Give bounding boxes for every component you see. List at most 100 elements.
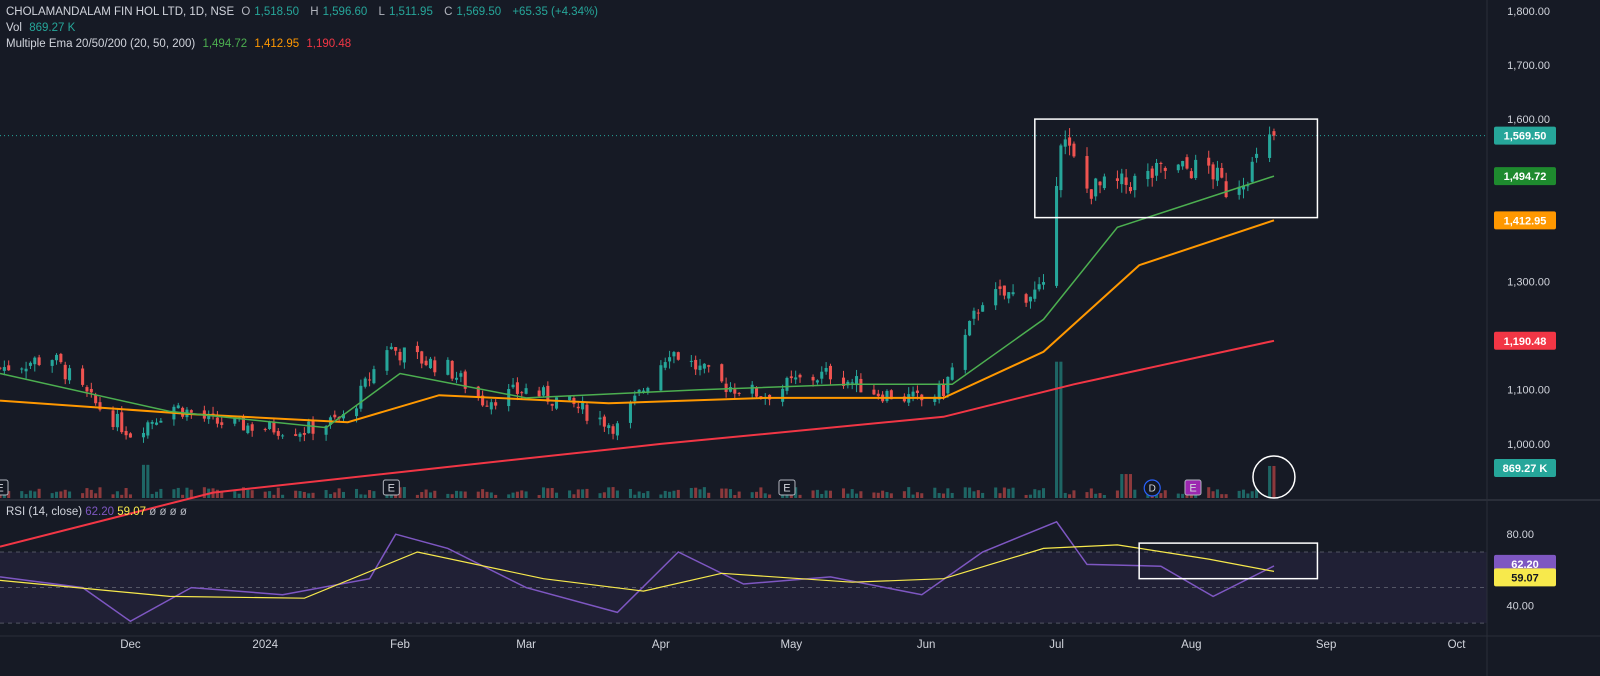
volume-bar-2024-07-19: [1133, 489, 1137, 498]
candle-2024-07-24: [1155, 162, 1159, 176]
volume-bar-2024-03-05: [541, 487, 546, 498]
candle-2024-08-07: [1215, 167, 1219, 181]
volume-bar-2024-04-10: [698, 489, 702, 498]
volume-bar-2024-02-20: [481, 489, 485, 498]
candle-2024-04-02: [663, 362, 667, 368]
volume-bar-2024-07-25: [1159, 493, 1163, 498]
volume-bar-2024-01-11: [307, 493, 311, 498]
candle-2023-11-30: [124, 430, 128, 436]
price-chart[interactable]: E E E E D 1,800.00 1,700.00 1,600.00 1,300.00 1,1…: [0, 0, 1600, 676]
ema50-line: [0, 219, 1275, 424]
time-axis-label: Aug: [1181, 639, 1201, 651]
ema50-value: 1,412.95: [254, 38, 300, 50]
candle-2024-08-09: [1224, 181, 1228, 198]
volume-bar-2024-07-26: [1163, 490, 1167, 498]
candle-2024-06-07: [950, 367, 954, 380]
volume-bar-2024-03-01: [524, 491, 528, 498]
volume-value: 869.27 K: [29, 22, 76, 34]
candle-2024-02-15: [459, 373, 463, 377]
volume-legend: Vol 869.27 K: [6, 20, 79, 36]
volume-bar-2024-08-09: [1224, 494, 1228, 498]
volume-bar-2024-06-18: [998, 493, 1002, 498]
time-axis-label: Oct: [1448, 639, 1467, 651]
volume-bar-2024-03-14: [581, 489, 585, 498]
price-tick-label: 1,100.00: [1507, 385, 1550, 397]
time-axis-label: Mar: [516, 639, 536, 651]
volume-bar-2023-12-06: [150, 493, 154, 498]
volume-bar-2024-07-18: [1128, 474, 1132, 498]
candle-2024-07-23: [1150, 168, 1154, 178]
candle-2024-04-16: [724, 383, 728, 392]
volume-bar-2024-03-27: [637, 491, 641, 498]
price-label-1-text: 1,494.72: [1504, 171, 1547, 183]
volume-bar-2024-08-15: [1250, 491, 1254, 498]
volume-bar-2024-06-17: [994, 487, 998, 498]
volume-bar-2024-06-27: [1037, 490, 1041, 498]
rsi-label-1-text: 59.07: [1511, 572, 1539, 584]
earnings-marker: E: [1184, 479, 1202, 496]
volume-bar-2024-01-08: [294, 490, 298, 498]
candle-2023-11-06: [20, 368, 24, 370]
volume-bar-2024-05-07: [815, 489, 819, 498]
candle-2023-12-12: [176, 405, 180, 409]
volume-bar-2024-06-24: [1024, 494, 1028, 498]
volume-bar-2024-07-10: [1094, 493, 1098, 498]
price-label-2-text: 1,412.95: [1504, 215, 1547, 227]
price-label-3-text: 1,190.48: [1504, 336, 1547, 348]
candle-2024-05-01: [789, 376, 793, 379]
volume-bar-2023-12-01: [128, 494, 132, 498]
candle-2024-08-01: [1189, 171, 1193, 179]
volume-bar-2024-01-18: [337, 488, 341, 498]
candle-2024-05-20: [872, 389, 876, 395]
volume-bar-2024-01-23: [359, 494, 363, 498]
ema200-line: [0, 339, 1275, 548]
volume-bar-2023-11-20: [81, 493, 85, 498]
volume-bar-2024-06-03: [933, 487, 937, 498]
candle-2024-04-08: [689, 360, 693, 362]
volume-bar-2024-04-04: [672, 490, 676, 498]
candle-2024-07-18: [1128, 187, 1132, 192]
candle-2024-02-23: [494, 402, 498, 406]
volume-bar-2024-06-19: [1002, 487, 1006, 498]
price-label-1: 1,494.72: [1494, 167, 1556, 186]
candle-2024-05-17: [859, 378, 863, 393]
volume-bar-2024-02-28: [515, 491, 519, 498]
volume-bar-2024-08-13: [1241, 489, 1246, 498]
time-axis-label: Dec: [120, 639, 141, 651]
candle-2024-06-21: [1011, 292, 1015, 295]
candle-2023-12-08: [159, 420, 163, 423]
candle-2024-07-09: [1089, 189, 1093, 199]
volume-bar-2023-11-09: [33, 491, 37, 498]
candle-2024-06-27: [1037, 284, 1041, 290]
candle-2024-07-30: [1181, 161, 1185, 167]
volume-bar-2024-04-23: [755, 491, 759, 498]
candle-2024-01-30: [389, 346, 393, 350]
time-axis-label: Jul: [1049, 639, 1064, 651]
volume-bar-2024-06-12: [972, 491, 976, 498]
candle-2023-11-14: [55, 354, 59, 361]
candle-2023-11-23: [94, 395, 98, 404]
close-label: C: [444, 6, 453, 18]
candle-2024-06-10: [963, 334, 967, 370]
volume-bar-2024-06-07: [950, 492, 954, 498]
candle-2024-07-26: [1163, 167, 1167, 171]
volume-bar-2023-11-14: [55, 491, 59, 498]
volume-bar-2024-07-17: [1124, 474, 1128, 498]
candle-2024-01-24: [363, 378, 367, 387]
volume-bar-2024-05-06: [811, 490, 815, 498]
candle-2024-04-10: [698, 365, 702, 371]
candle-2024-06-17: [994, 289, 998, 306]
volume-bar-2024-01-24: [363, 494, 367, 498]
volume-bar-2024-07-08: [1085, 492, 1089, 498]
candle-2024-03-14: [581, 402, 585, 410]
earnings-marker: E: [0, 479, 9, 496]
volume-bar-2024-06-06: [946, 488, 950, 498]
candle-2024-06-18: [998, 286, 1002, 289]
time-axis-label: May: [780, 639, 802, 651]
candle-2023-12-01: [128, 433, 132, 438]
candle-2024-07-15: [1115, 178, 1119, 181]
rsi-extra: ø ø ø ø: [149, 506, 187, 518]
candle-2024-04-15: [720, 364, 724, 382]
candle-2024-07-04: [1068, 137, 1072, 146]
volume-bar-2024-05-16: [855, 493, 859, 498]
